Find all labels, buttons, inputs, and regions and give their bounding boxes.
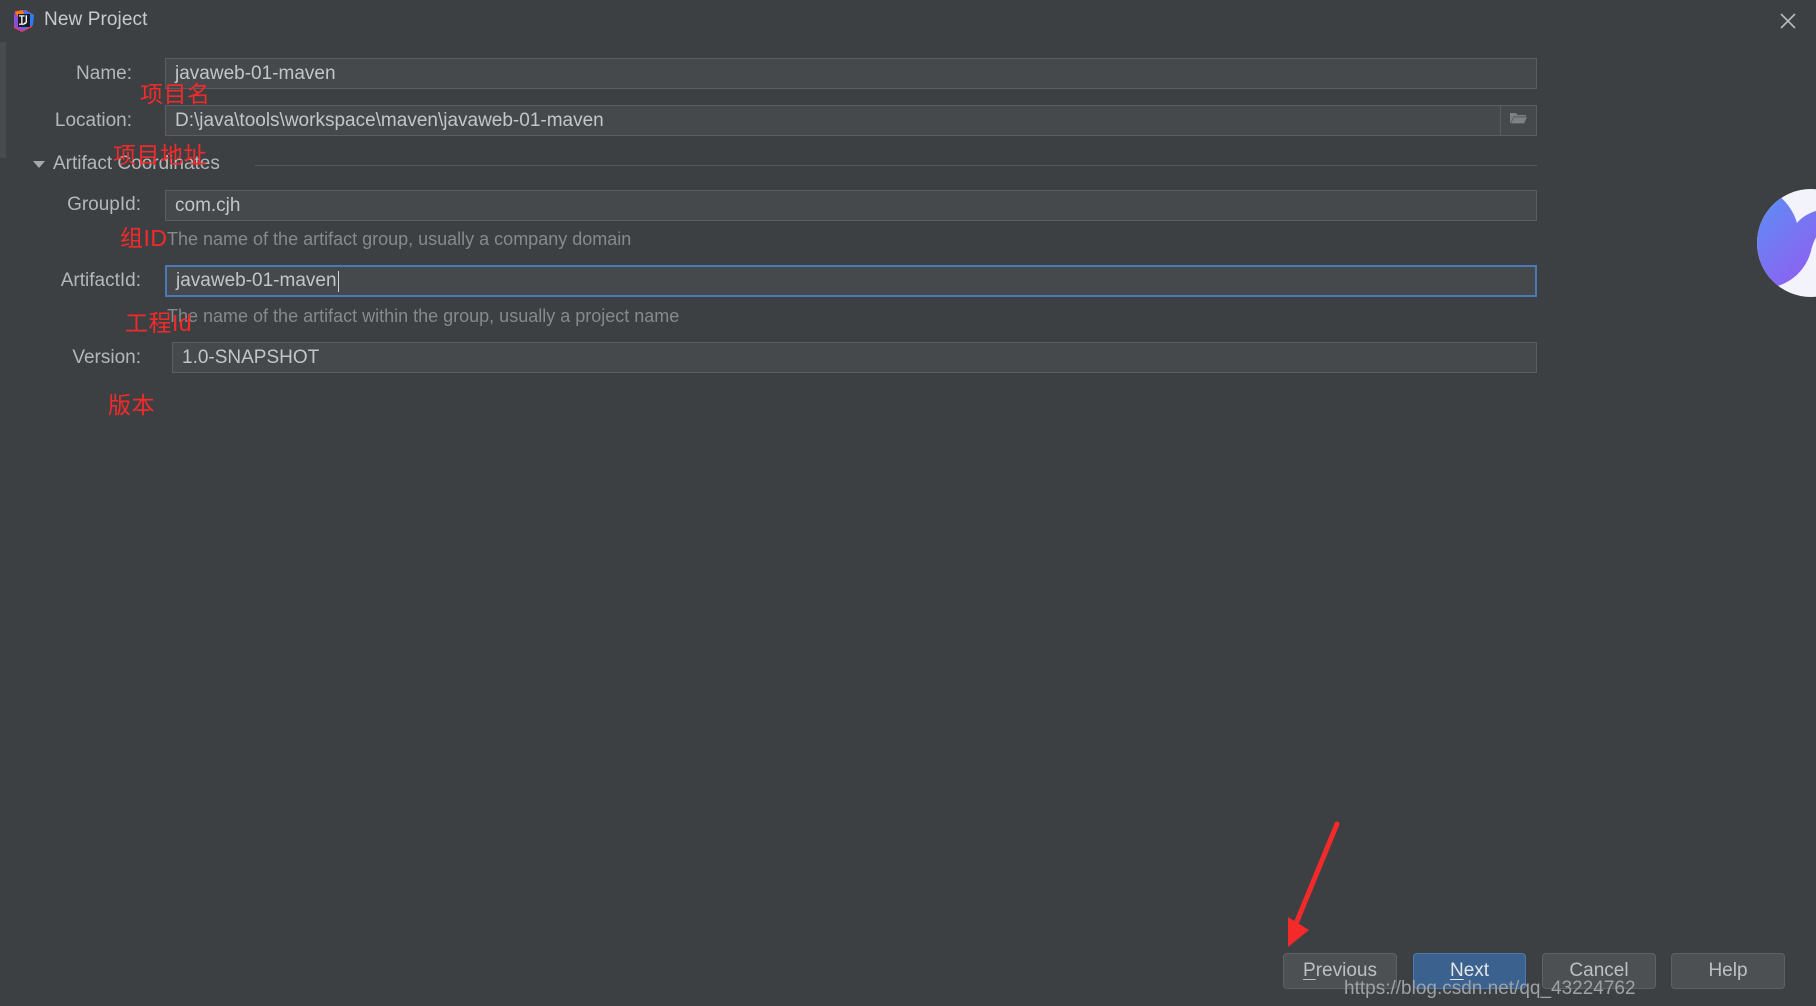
version-input-value: 1.0-SNAPSHOT [182,346,320,368]
pointer-arrow-icon [1275,820,1355,955]
annotation-version: 版本 [108,392,155,418]
location-input[interactable]: D:\java\tools\workspace\maven\javaweb-01… [165,105,1501,136]
triangle-down-icon [33,160,45,168]
new-project-dialog: New Project Name: javaweb-01-maven Locat… [0,0,1816,1006]
annotation-project-location: 项目地址 [113,142,207,168]
group-id-hint: The name of the artifact group, usually … [167,229,632,249]
name-label: Name: [76,63,132,84]
panel-left-edge [0,42,6,158]
location-label: Location: [54,110,132,131]
annotation-artifact-id: 工程Id [125,310,193,336]
location-browse-button[interactable] [1501,105,1537,136]
annotation-group-id: 组ID [120,225,168,251]
section-divider [255,165,1537,166]
version-input[interactable]: 1.0-SNAPSHOT [172,342,1537,373]
artifact-id-input[interactable]: javaweb-01-maven [165,265,1537,297]
title-bar: New Project [0,0,1816,42]
group-id-input-value: com.cjh [175,194,241,216]
help-button[interactable]: Help [1671,953,1785,989]
watermark-text: https://blog.csdn.net/qq_43224762 [1344,978,1636,999]
artifact-id-input-value: javaweb-01-maven [176,270,337,291]
close-icon[interactable] [1760,0,1816,42]
group-id-label: GroupId: [67,194,141,215]
folder-icon [1509,110,1528,131]
annotation-project-name: 项目名 [140,81,211,107]
version-label: Version: [72,347,141,368]
artifact-id-hint: The name of the artifact within the grou… [167,306,680,326]
text-caret [337,270,339,292]
location-input-value: D:\java\tools\workspace\maven\javaweb-01… [175,109,604,131]
window-title: New Project [44,9,148,30]
decorative-logo-badge [1757,189,1816,297]
group-id-input[interactable]: com.cjh [165,190,1537,221]
help-button-label: Help [1708,960,1748,981]
intellij-idea-icon [12,9,36,33]
name-input[interactable]: javaweb-01-maven [165,58,1537,89]
artifact-id-label: ArtifactId: [60,270,141,291]
